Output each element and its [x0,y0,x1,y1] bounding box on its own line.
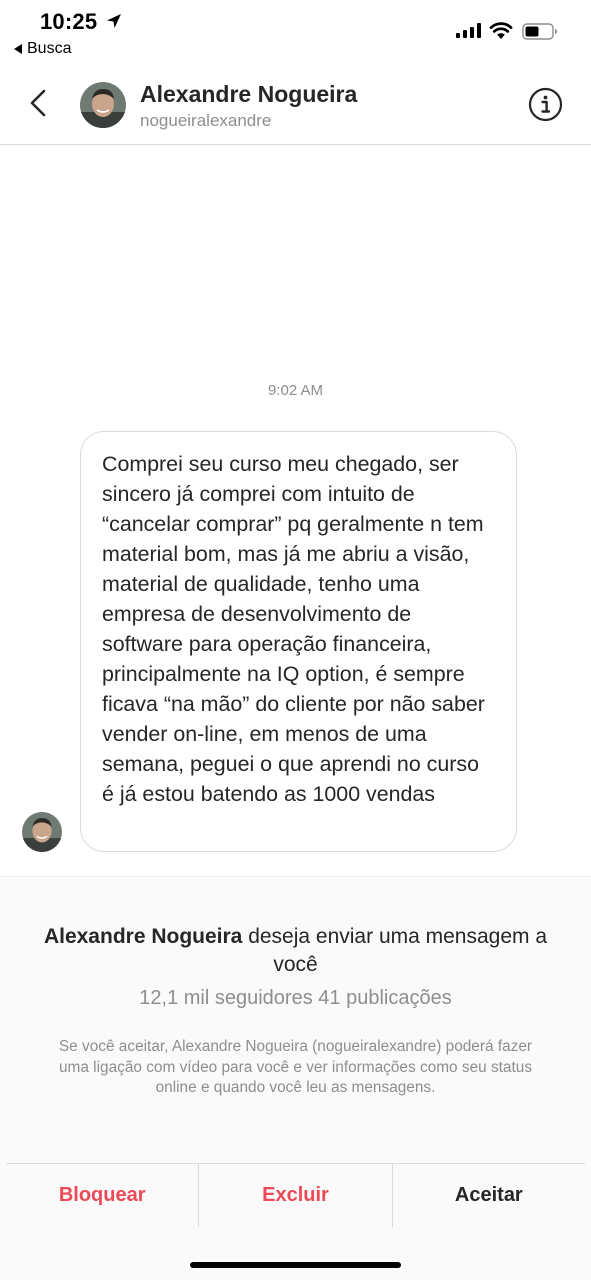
message-timestamp: 9:02 AM [267,382,324,399]
accept-button[interactable]: Aceitar [391,1164,585,1227]
request-privacy-note: Se você aceitar, Alexandre Nogueira (nog… [58,1038,533,1096]
request-title: Alexandre Nogueira deseja enviar uma men… [40,923,551,979]
location-arrow-icon [107,14,121,28]
wifi-icon [489,22,513,39]
request-sender-name: Alexandre Nogueira [43,925,243,948]
avatar[interactable] [80,82,126,128]
back-app-label: Busca [27,40,72,57]
profile-photo-icon [80,82,126,128]
chat-header: Alexandre Nogueira nogueiralexandre [0,62,591,145]
contact-username: nogueiralexandre [140,111,272,130]
back-chevron-icon[interactable] [26,88,50,118]
block-button[interactable]: Bloquear [6,1164,198,1227]
request-stats: 12,1 mil seguidores 41 publicações [139,987,452,1009]
battery-icon [522,23,557,40]
contact-name[interactable]: Alexandre Nogueira [140,81,357,108]
info-icon[interactable] [528,87,563,122]
message-request-panel: Alexandre Nogueira deseja enviar uma men… [0,876,591,1280]
message-bubble[interactable]: Comprei seu curso meu chegado, ser since… [80,431,517,852]
back-to-app-button[interactable]: Busca [14,40,71,58]
message-text: Comprei seu curso meu chegado, ser since… [102,452,485,806]
profile-photo-icon [22,812,62,852]
status-bar: 10:25 Busca [0,0,591,62]
signal-icon [456,23,481,38]
request-actions: Bloquear Excluir Aceitar [6,1163,585,1227]
request-title-text: deseja enviar uma mensagem a você [242,925,548,976]
clock: 10:25 [40,9,98,34]
back-triangle-icon [14,44,22,54]
home-indicator[interactable] [190,1262,401,1268]
delete-button[interactable]: Excluir [198,1164,391,1227]
sender-avatar[interactable] [22,812,62,852]
